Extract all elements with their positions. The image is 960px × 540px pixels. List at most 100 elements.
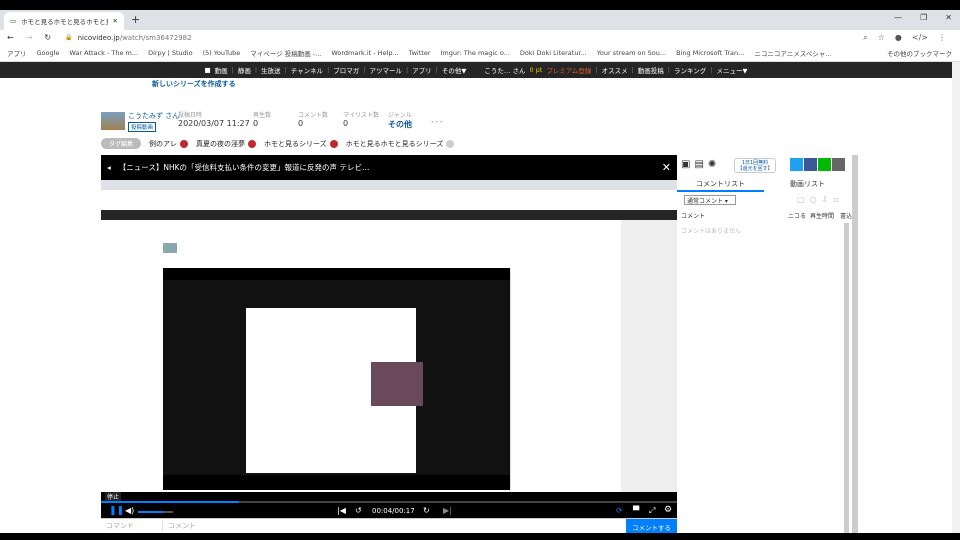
jump-start-icon[interactable]: |◀: [337, 506, 346, 515]
zoom-icon[interactable]: ⌕: [863, 33, 867, 43]
address-bar: ← → ↻ 🔒 nicovideo.jp/watch/sm36472982 ⌕ ☆…: [0, 30, 960, 45]
bookmark[interactable]: Twitter: [409, 49, 431, 57]
tag-edit-button[interactable]: タグ編集: [101, 138, 142, 149]
user-menu[interactable]: こうた… さん: [484, 65, 525, 75]
twitter-icon[interactable]: [790, 158, 803, 171]
more-button[interactable]: ･･･: [430, 115, 444, 128]
volume-slider[interactable]: [138, 511, 173, 513]
url-field[interactable]: nicovideo.jp/watch/sm36472982: [78, 34, 192, 42]
nav-recommend[interactable]: オススメ: [602, 65, 628, 75]
right-panel: ▣ ▤ ✺ 1日1回無料 【還元を回す】 コメントリスト 動画リスト 通常コメント …: [677, 155, 852, 533]
news-headline[interactable]: 【ニュース】NHKの「受信料支払い条件の変更」報道に反発の声 テレビ…: [119, 162, 654, 173]
tab-comment-list[interactable]: コメントリスト: [677, 176, 764, 192]
submit-comment-button[interactable]: コメントする: [626, 518, 677, 534]
video-screen[interactable]: [101, 180, 677, 492]
nested-nav: [101, 210, 677, 220]
refresh-icon[interactable]: ○: [810, 195, 817, 204]
pause-icon[interactable]: ❚❚: [109, 506, 124, 516]
nav-blomaga[interactable]: ブロマガ: [333, 65, 359, 75]
forward-icon[interactable]: ↻: [423, 506, 430, 515]
calendar-icon[interactable]: ▢: [797, 195, 805, 204]
bookmark[interactable]: Your stream on Sou...: [597, 49, 666, 57]
uploader-name[interactable]: こうたみず さん: [128, 111, 179, 121]
extension-icon[interactable]: ●: [895, 33, 902, 43]
comment-input[interactable]: コメント: [163, 521, 626, 531]
menu-dots-icon[interactable]: ⋮: [938, 33, 946, 43]
uploader-badge[interactable]: 投稿動画: [128, 122, 157, 132]
col-nicoru[interactable]: ニコる: [788, 211, 810, 220]
rewind-icon[interactable]: ↺: [355, 506, 362, 515]
tag[interactable]: ホモと見るホモと見るシリーズ: [346, 139, 455, 149]
free-gacha-button[interactable]: 1日1回無料 【還元を回す】: [734, 158, 776, 173]
volume-icon[interactable]: ◀): [125, 506, 134, 515]
col-time[interactable]: 再生時間: [810, 211, 840, 220]
line-icon[interactable]: [818, 158, 831, 171]
minimize-icon[interactable]: —: [894, 13, 902, 22]
seek-bar[interactable]: [101, 501, 677, 503]
tag[interactable]: ホモと見るシリーズ: [264, 139, 338, 149]
code-icon[interactable]: </>: [912, 33, 928, 43]
col-date[interactable]: 書込: [840, 211, 852, 220]
fullscreen-icon[interactable]: ⤢: [649, 506, 655, 516]
bookmark[interactable]: Dirpy | Studio: [148, 49, 192, 57]
bookmark[interactable]: ニコニコアニメスペシャ...: [754, 48, 831, 58]
nav-ranking[interactable]: ランキング: [674, 65, 706, 75]
bookmark[interactable]: Bing Microsoft Tran...: [676, 49, 744, 57]
tag[interactable]: 例のアレ: [149, 139, 189, 149]
premium-link[interactable]: プレミアム登録: [546, 65, 591, 75]
back-icon[interactable]: ←: [7, 33, 14, 42]
download-icon[interactable]: ⇩: [822, 195, 829, 204]
uploader-avatar[interactable]: [101, 112, 125, 130]
new-tab-button[interactable]: +: [131, 13, 140, 26]
restore-icon[interactable]: ❐: [920, 13, 927, 22]
other-bookmarks[interactable]: その他のブックマーク: [887, 48, 952, 58]
nav-seiga[interactable]: 静画: [238, 65, 251, 75]
nav-atsumaru[interactable]: アツマール: [369, 65, 402, 75]
command-input[interactable]: コマンド: [101, 521, 163, 531]
comment-bar: コマンド コメント コメントする: [101, 518, 677, 534]
bookmark[interactable]: Imgur: The magic o...: [441, 49, 510, 57]
nav-douga[interactable]: 動画: [215, 65, 228, 75]
bookmark[interactable]: マイページ 投稿動画 -...: [250, 48, 321, 58]
bookmark[interactable]: (5) YouTube: [203, 49, 241, 57]
col-comment[interactable]: コメント: [681, 211, 788, 220]
nicoad-icon[interactable]: ✺: [708, 159, 716, 170]
tv-logo-icon[interactable]: ■: [204, 66, 210, 74]
nav-live[interactable]: 生放送: [261, 65, 281, 75]
bookmark[interactable]: War Attack - The m...: [69, 49, 138, 57]
bookmark[interactable]: Doki Doki Literatur...: [520, 49, 587, 57]
settings-icon[interactable]: ⚙: [664, 505, 672, 515]
forward-icon[interactable]: →: [26, 33, 33, 42]
tag[interactable]: 真夏の夜の淫夢: [196, 139, 257, 149]
mylist-icon[interactable]: ▣: [681, 159, 690, 170]
bookmark[interactable]: Wordmark.it - Help...: [331, 49, 398, 57]
reload-icon[interactable]: ↻: [44, 33, 51, 42]
jump-end-icon[interactable]: ▶|: [443, 506, 452, 515]
nav-channel[interactable]: チャンネル: [291, 65, 323, 75]
browser-tab[interactable]: ▭ ホモと見るホモと見るホモと見るシリー ✕: [4, 12, 124, 30]
facebook-icon[interactable]: [804, 158, 817, 171]
comment-filter-select[interactable]: 通常コメント ▾: [684, 195, 736, 205]
folder-icon[interactable]: ▤: [694, 159, 703, 170]
loop-icon[interactable]: ⟳: [616, 506, 623, 515]
share-icon[interactable]: [832, 158, 845, 171]
comment-toggle-icon[interactable]: ▀: [633, 506, 639, 515]
star-icon[interactable]: ☆: [878, 33, 885, 43]
close-icon[interactable]: ✕: [662, 161, 671, 174]
nested-controls: [163, 475, 510, 490]
report-icon[interactable]: ▫: [833, 195, 838, 204]
bookmark[interactable]: Google: [37, 49, 60, 57]
comment-scrollbar[interactable]: [844, 223, 849, 533]
nav-upload[interactable]: 動画投稿: [638, 65, 664, 75]
collapse-icon[interactable]: ◂: [107, 163, 111, 172]
tab-video-list[interactable]: 動画リスト: [764, 176, 851, 192]
nav-more[interactable]: その他▼: [442, 65, 467, 75]
create-series-link[interactable]: 新しいシリーズを作成する: [152, 79, 236, 89]
close-window-icon[interactable]: ✕: [945, 13, 952, 22]
page-scrollbar[interactable]: [952, 62, 960, 533]
nav-app[interactable]: アプリ: [412, 65, 432, 75]
nav-menu[interactable]: メニュー▼: [717, 65, 748, 75]
bookmark[interactable]: アプリ: [7, 48, 27, 58]
close-tab-icon[interactable]: ✕: [113, 17, 118, 25]
panel-divider[interactable]: [852, 155, 858, 533]
